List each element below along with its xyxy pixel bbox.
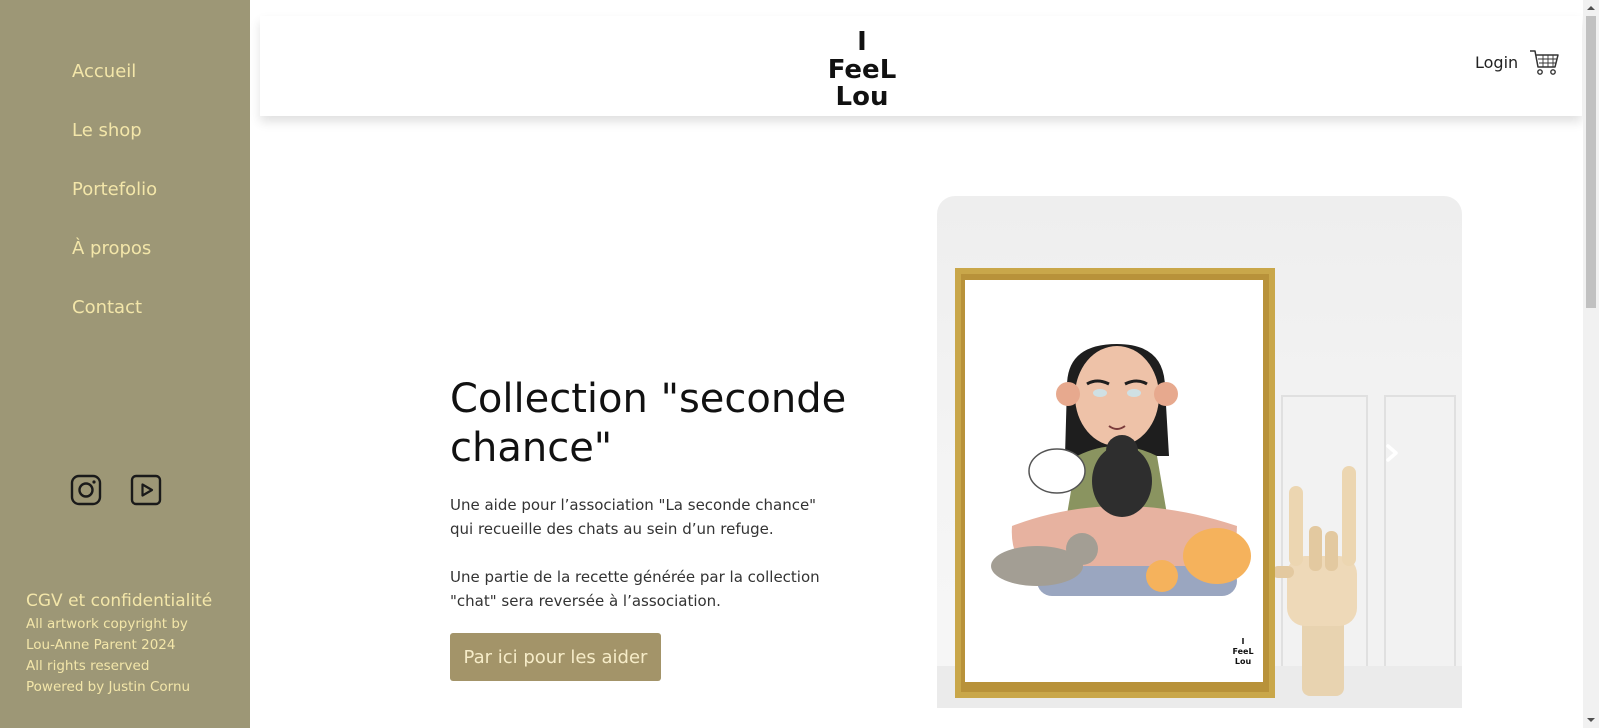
cgv-link[interactable]: CGV et confidentialité <box>26 590 212 612</box>
footer-rights: All rights reserved <box>26 658 150 674</box>
sidebar-footer: CGV et confidentialité All artwork copyr… <box>26 590 212 698</box>
login-link[interactable]: Login <box>1475 53 1518 72</box>
youtube-icon[interactable] <box>130 474 162 506</box>
instagram-icon[interactable] <box>70 474 102 506</box>
svg-text:FeeL: FeeL <box>1232 647 1253 656</box>
hero-paragraph-2: Une partie de la recette générée par la … <box>450 568 820 610</box>
hero-title: Collection "seconde chance" <box>450 376 847 471</box>
footer-author: Lou-Anne Parent 2024 <box>26 637 176 653</box>
nav-le-shop[interactable]: Le shop <box>72 119 157 178</box>
logo-line-3: Lou <box>836 82 889 108</box>
social-links <box>70 474 162 506</box>
cart-icon[interactable] <box>1529 46 1561 78</box>
top-header: I FeeL Lou Login <box>260 16 1582 116</box>
main-nav: Accueil Le shop Portefolio À propos Cont… <box>72 60 157 355</box>
nav-accueil[interactable]: Accueil <box>72 60 157 119</box>
logo-line-2: FeeL <box>828 55 897 85</box>
svg-text:Lou: Lou <box>1235 657 1252 666</box>
footer-copyright: All artwork copyright by <box>26 616 188 632</box>
nav-contact[interactable]: Contact <box>72 296 157 355</box>
hero-paragraph-1: Une aide pour l’association "La seconde … <box>450 496 817 538</box>
carousel-next-icon[interactable] <box>1382 441 1402 465</box>
sidebar: Accueil Le shop Portefolio À propos Cont… <box>0 0 250 728</box>
svg-text:I: I <box>1242 637 1245 646</box>
site-logo[interactable]: I FeeL Lou <box>827 26 897 108</box>
nav-a-propos[interactable]: À propos <box>72 237 157 296</box>
scrollbar-thumb[interactable] <box>1586 16 1596 308</box>
help-cta-button[interactable]: Par ici pour les aider <box>450 633 661 681</box>
scroll-up-icon[interactable] <box>1583 0 1599 16</box>
logo-line-1: I <box>857 27 867 57</box>
footer-powered: Powered by Justin Cornu <box>26 679 191 695</box>
nav-portefolio[interactable]: Portefolio <box>72 178 157 237</box>
scroll-down-icon[interactable] <box>1583 712 1599 728</box>
page-scrollbar[interactable] <box>1583 0 1599 728</box>
